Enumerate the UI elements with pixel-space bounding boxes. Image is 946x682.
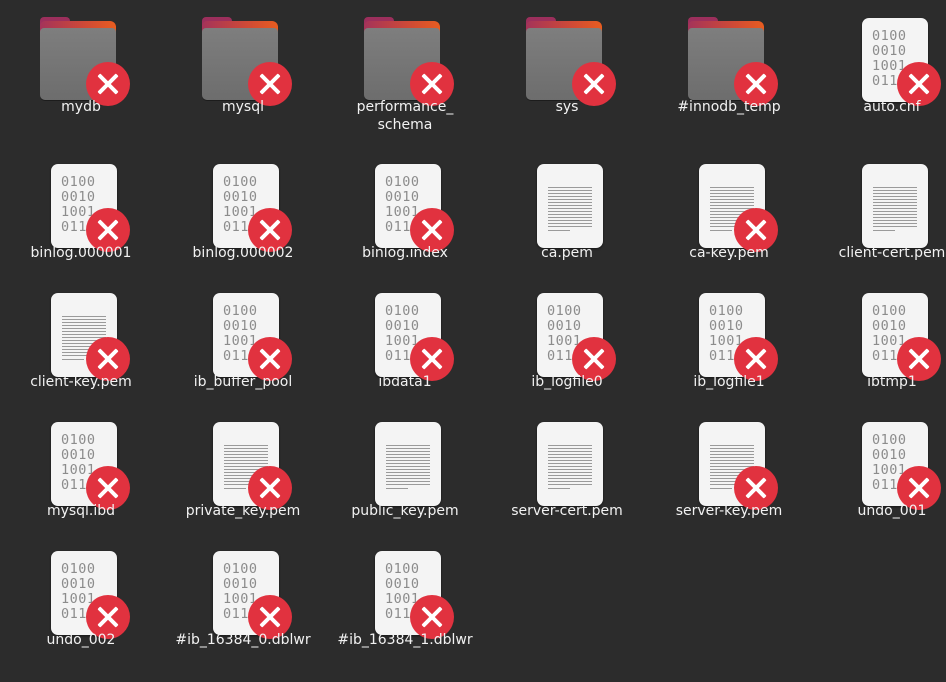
text-file-icon bbox=[354, 418, 454, 510]
text-file-icon bbox=[678, 160, 778, 252]
file-name-label: ibtmp1 bbox=[867, 374, 917, 390]
file-name-label: ca.pem bbox=[541, 245, 593, 261]
file-item[interactable]: 0100 0010 1001 0110 ibtmp1 bbox=[811, 279, 946, 399]
file-item[interactable]: 0100 0010 1001 0110 binlog.index bbox=[324, 150, 486, 270]
file-item[interactable]: 0100 0010 1001 0110 ib_logfile0 bbox=[486, 279, 648, 399]
binary-file-icon: 0100 0010 1001 0110 bbox=[30, 160, 130, 252]
text-file-icon bbox=[30, 289, 130, 381]
binary-file-icon: 0100 0010 1001 0110 bbox=[354, 289, 454, 381]
folder-item[interactable]: mysql bbox=[162, 4, 324, 124]
file-name-label: mydb bbox=[61, 99, 101, 115]
folder-icon bbox=[678, 14, 778, 106]
folder-icon bbox=[192, 14, 292, 106]
binary-file-icon: 0100 0010 1001 0110 bbox=[192, 160, 292, 252]
file-item[interactable]: ca.pem bbox=[486, 150, 648, 270]
text-file-icon bbox=[192, 418, 292, 510]
file-name-label: sys bbox=[555, 99, 579, 115]
file-name-label: client-cert.pem bbox=[838, 245, 946, 261]
file-name-label: binlog.000002 bbox=[192, 245, 294, 261]
file-name-label: #ib_16384_1.dblwr bbox=[337, 632, 473, 648]
file-name-label: performance_ schema bbox=[356, 99, 454, 133]
file-item[interactable]: public_key.pem bbox=[324, 408, 486, 528]
binary-file-icon: 0100 0010 1001 0110 bbox=[192, 289, 292, 381]
binary-file-icon: 0100 0010 1001 0110 bbox=[30, 418, 130, 510]
file-name-label: public_key.pem bbox=[351, 503, 459, 519]
binary-file-icon: 0100 0010 1001 0110 bbox=[354, 547, 454, 639]
file-grid: mydb mysql performance_ schema sys #innodb_t… bbox=[0, 0, 946, 682]
file-item[interactable]: client-cert.pem bbox=[811, 150, 946, 270]
file-name-label: server-cert.pem bbox=[511, 503, 623, 519]
file-item[interactable]: 0100 0010 1001 0110 binlog.000001 bbox=[0, 150, 162, 270]
binary-file-icon: 0100 0010 1001 0110 bbox=[841, 418, 941, 510]
file-name-label: undo_002 bbox=[46, 632, 116, 648]
file-item[interactable]: ca-key.pem bbox=[648, 150, 810, 270]
text-file-icon bbox=[841, 160, 941, 252]
folder-item[interactable]: mydb bbox=[0, 4, 162, 124]
binary-file-icon: 0100 0010 1001 0110 bbox=[516, 289, 616, 381]
file-item[interactable]: 0100 0010 1001 0110 auto.cnf bbox=[811, 4, 946, 124]
text-file-icon bbox=[678, 418, 778, 510]
text-file-icon bbox=[516, 160, 616, 252]
file-name-label: mysql.ibd bbox=[46, 503, 116, 519]
file-name-label: ibdata1 bbox=[378, 374, 432, 390]
folder-icon bbox=[354, 14, 454, 106]
file-name-label: server-key.pem bbox=[675, 503, 783, 519]
file-name-label: ib_logfile0 bbox=[531, 374, 603, 390]
file-name-label: client-key.pem bbox=[30, 374, 132, 390]
text-file-icon bbox=[516, 418, 616, 510]
file-item[interactable]: 0100 0010 1001 0110 #ib_16384_0.dblwr bbox=[162, 537, 324, 657]
file-item[interactable]: private_key.pem bbox=[162, 408, 324, 528]
binary-file-icon: 0100 0010 1001 0110 bbox=[841, 14, 941, 106]
binary-file-icon: 0100 0010 1001 0110 bbox=[354, 160, 454, 252]
binary-file-icon: 0100 0010 1001 0110 bbox=[30, 547, 130, 639]
file-item[interactable]: 0100 0010 1001 0110 ib_logfile1 bbox=[648, 279, 810, 399]
folder-icon bbox=[516, 14, 616, 106]
file-name-label: ib_buffer_pool bbox=[193, 374, 293, 390]
file-item[interactable]: 0100 0010 1001 0110 undo_001 bbox=[811, 408, 946, 528]
file-item[interactable]: client-key.pem bbox=[0, 279, 162, 399]
file-name-label: mysql bbox=[222, 99, 264, 115]
folder-icon bbox=[30, 14, 130, 106]
folder-item[interactable]: performance_ schema bbox=[324, 4, 486, 133]
file-item[interactable]: 0100 0010 1001 0110 undo_002 bbox=[0, 537, 162, 657]
file-name-label: #ib_16384_0.dblwr bbox=[175, 632, 311, 648]
folder-item[interactable]: sys bbox=[486, 4, 648, 124]
file-item[interactable]: 0100 0010 1001 0110 binlog.000002 bbox=[162, 150, 324, 270]
file-name-label: binlog.000001 bbox=[30, 245, 132, 261]
file-name-label: binlog.index bbox=[362, 245, 448, 261]
binary-file-icon: 0100 0010 1001 0110 bbox=[841, 289, 941, 381]
file-item[interactable]: 0100 0010 1001 0110 mysql.ibd bbox=[0, 408, 162, 528]
file-name-label: undo_001 bbox=[857, 503, 927, 519]
file-name-label: auto.cnf bbox=[863, 99, 921, 115]
file-name-label: #innodb_temp bbox=[677, 99, 781, 115]
file-name-label: ca-key.pem bbox=[689, 245, 769, 261]
binary-file-icon: 0100 0010 1001 0110 bbox=[192, 547, 292, 639]
folder-item[interactable]: #innodb_temp bbox=[648, 4, 810, 124]
file-item[interactable]: server-key.pem bbox=[648, 408, 810, 528]
file-name-label: ib_logfile1 bbox=[693, 374, 765, 390]
file-name-label: private_key.pem bbox=[185, 503, 301, 519]
binary-file-icon: 0100 0010 1001 0110 bbox=[678, 289, 778, 381]
file-item[interactable]: 0100 0010 1001 0110 #ib_16384_1.dblwr bbox=[324, 537, 486, 657]
file-item[interactable]: server-cert.pem bbox=[486, 408, 648, 528]
file-item[interactable]: 0100 0010 1001 0110 ib_buffer_pool bbox=[162, 279, 324, 399]
file-item[interactable]: 0100 0010 1001 0110 ibdata1 bbox=[324, 279, 486, 399]
